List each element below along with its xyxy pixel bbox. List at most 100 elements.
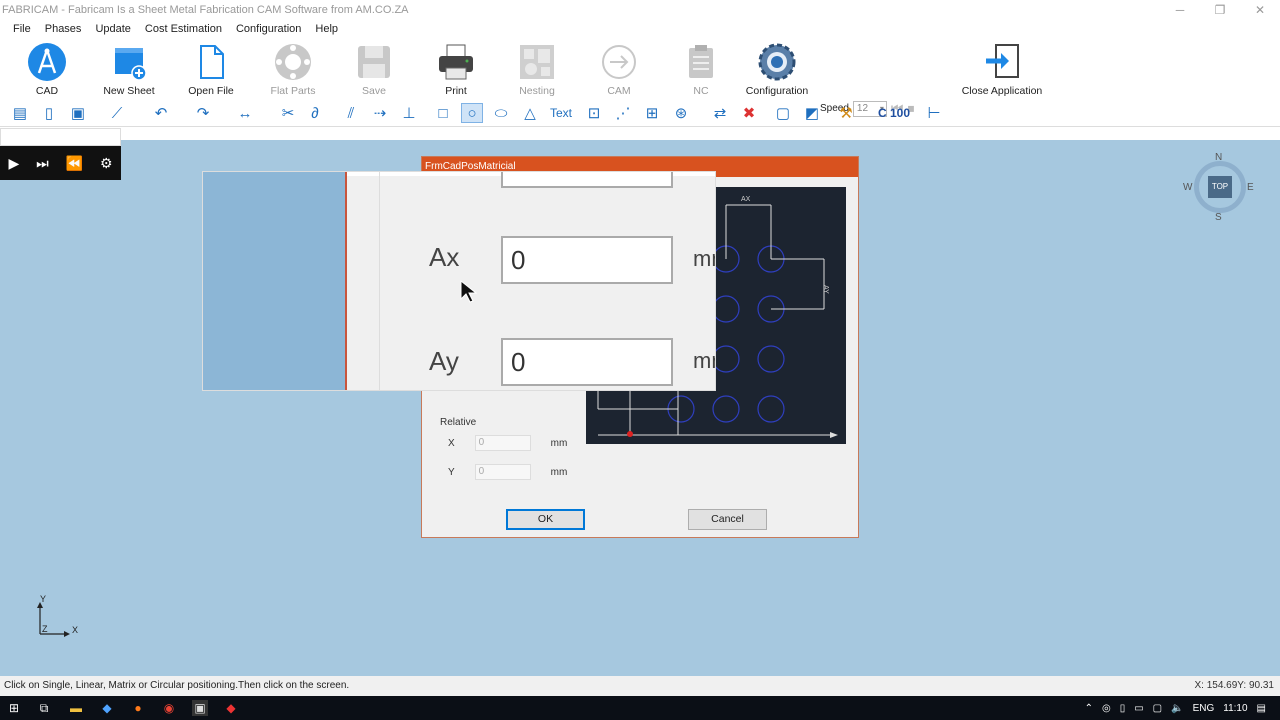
trim-icon[interactable]: ∂ bbox=[304, 103, 326, 123]
scissors-icon[interactable]: ✂ bbox=[277, 103, 299, 123]
cad-button[interactable]: CAD bbox=[9, 42, 85, 98]
menu-phases[interactable]: Phases bbox=[38, 20, 89, 39]
delete-position-icon[interactable]: ✖ bbox=[738, 103, 760, 123]
recorder-icon[interactable]: ◆ bbox=[223, 700, 239, 716]
tool-icon[interactable]: ⚒ bbox=[835, 103, 857, 123]
relative-x-input[interactable]: 0 bbox=[474, 435, 531, 451]
windows-start-icon[interactable]: ⊞ bbox=[6, 700, 22, 716]
fabricam-taskbar-icon[interactable]: ▣ bbox=[192, 700, 208, 716]
main-toolbar: CAD New Sheet Open File Flat Parts Save … bbox=[0, 40, 1280, 117]
tray-volume-icon[interactable]: 🔈 bbox=[1171, 703, 1183, 714]
ay-input[interactable]: 0 bbox=[501, 338, 673, 386]
layers-icon[interactable]: ▤ bbox=[9, 103, 31, 123]
close-application-button[interactable]: Close Application bbox=[950, 42, 1054, 98]
tray-battery-icon[interactable]: ▭ bbox=[1134, 703, 1143, 714]
open-file-button[interactable]: Open File bbox=[173, 42, 249, 98]
cursor-coordinates: X: 154.69Y: 90.31 bbox=[1194, 680, 1274, 691]
ok-button[interactable]: OK bbox=[506, 509, 585, 530]
ax-input[interactable]: 0 bbox=[501, 236, 673, 284]
tray-network-icon[interactable]: ◎ bbox=[1102, 703, 1111, 714]
nc-button[interactable]: NC bbox=[663, 42, 739, 98]
firefox-icon[interactable]: ● bbox=[130, 700, 146, 716]
extend-icon[interactable]: ⇢ bbox=[369, 103, 391, 123]
close-button[interactable]: ✕ bbox=[1240, 0, 1280, 20]
compass-drafting-icon bbox=[27, 42, 67, 82]
menu-help[interactable]: Help bbox=[308, 20, 345, 39]
player-widget-header bbox=[0, 128, 121, 146]
split-icon[interactable]: ⫽ bbox=[340, 103, 362, 123]
file-explorer-icon[interactable]: ▬ bbox=[68, 700, 84, 716]
tray-time[interactable]: 11:10 bbox=[1223, 703, 1247, 714]
relative-group: Relative X 0 mm Y 0 mm bbox=[432, 415, 572, 495]
dimension-icon[interactable]: ⊢ bbox=[923, 103, 945, 123]
diagonal-square-icon[interactable]: ◩ bbox=[801, 103, 823, 123]
text-tool[interactable]: Text bbox=[546, 103, 576, 123]
tray-chevron-icon[interactable]: ⌃ bbox=[1085, 703, 1093, 714]
circular-position-icon[interactable]: ⊛ bbox=[670, 103, 692, 123]
nesting-button[interactable]: Nesting bbox=[499, 42, 575, 98]
new-document-icon[interactable]: ▯ bbox=[38, 103, 60, 123]
cam-label: CAM bbox=[607, 85, 631, 97]
floppy-disk-icon[interactable]: ▣ bbox=[67, 103, 89, 123]
app-icon[interactable]: ◆ bbox=[99, 700, 115, 716]
printer-icon bbox=[436, 42, 476, 82]
view-compass[interactable]: TOP N S E W bbox=[1183, 152, 1254, 223]
menu-update[interactable]: Update bbox=[88, 20, 137, 39]
single-position-icon[interactable]: ⊡ bbox=[583, 103, 605, 123]
relative-y-input[interactable]: 0 bbox=[474, 464, 531, 480]
tray-notifications-icon[interactable]: ▤ bbox=[1257, 703, 1266, 714]
cam-button[interactable]: CAM bbox=[581, 42, 657, 98]
line-icon[interactable]: ⟋ bbox=[106, 103, 128, 123]
cancel-button[interactable]: Cancel bbox=[688, 509, 767, 530]
menu-configuration[interactable]: Configuration bbox=[229, 20, 308, 39]
triangle-icon[interactable]: △ bbox=[519, 103, 541, 123]
ellipse-icon[interactable]: ⬭ bbox=[490, 103, 512, 123]
chrome-icon[interactable]: ◉ bbox=[161, 700, 177, 716]
c100-tool[interactable]: C 100 bbox=[872, 103, 916, 123]
gear-icon[interactable]: ⚙ bbox=[100, 155, 113, 172]
menu-cost-estimation[interactable]: Cost Estimation bbox=[138, 20, 229, 39]
nesting-icon bbox=[517, 42, 557, 82]
axis-z-label: Z bbox=[42, 624, 48, 634]
flat-parts-button[interactable]: Flat Parts bbox=[255, 42, 331, 98]
preview-ay-label: AY bbox=[822, 285, 829, 294]
tray-display-icon[interactable]: ▢ bbox=[1153, 703, 1162, 714]
matrix-position-icon[interactable]: ⊞ bbox=[641, 103, 663, 123]
reorder-icon[interactable]: ⇄ bbox=[709, 103, 731, 123]
status-bar: Click on Single, Linear, Matrix or Circu… bbox=[0, 676, 1280, 696]
relative-x-row: X 0 mm bbox=[448, 435, 567, 451]
move-icon[interactable]: ↔ bbox=[234, 103, 256, 123]
magnified-previous-input[interactable] bbox=[501, 172, 673, 188]
menu-file[interactable]: File bbox=[6, 20, 38, 39]
relative-x-unit: mm bbox=[550, 437, 568, 449]
magnifier-separator bbox=[379, 172, 380, 390]
configuration-label: Configuration bbox=[745, 85, 809, 97]
tray-usb-icon[interactable]: ▯ bbox=[1120, 703, 1126, 714]
linear-position-icon[interactable]: ⋰ bbox=[612, 103, 634, 123]
skip-next-icon[interactable]: ⏭ bbox=[36, 155, 49, 172]
compass-north: N bbox=[1215, 152, 1223, 163]
print-button[interactable]: Print bbox=[418, 42, 494, 98]
square-icon[interactable]: ▢ bbox=[772, 103, 794, 123]
play-icon[interactable]: ▶ bbox=[8, 155, 19, 172]
new-sheet-button[interactable]: New Sheet bbox=[91, 42, 167, 98]
task-view-icon[interactable]: ⧉ bbox=[36, 700, 52, 716]
new-sheet-icon bbox=[109, 42, 149, 82]
tray-language[interactable]: ENG bbox=[1193, 703, 1215, 714]
redo-icon[interactable]: ↷ bbox=[192, 103, 214, 123]
undo-icon[interactable]: ↶ bbox=[150, 103, 172, 123]
rewind-icon[interactable]: ⏪ bbox=[66, 155, 83, 172]
rectangle-icon[interactable]: □ bbox=[432, 103, 454, 123]
circle-icon[interactable]: ○ bbox=[461, 103, 483, 123]
os-taskbar: ⊞ ⧉ ▬ ◆ ● ◉ ▣ ◆ ⌃ ◎ ▯ ▭ ▢ 🔈 ENG 11:10 ▤ bbox=[0, 696, 1280, 720]
restore-button[interactable]: ❐ bbox=[1200, 0, 1240, 20]
configuration-button[interactable]: Configuration bbox=[739, 42, 815, 98]
perpendicular-icon[interactable]: ⊥ bbox=[398, 103, 420, 123]
minimize-button[interactable]: ─ bbox=[1160, 0, 1200, 20]
player-controls: ▶ ⏭ ⏪ ⚙ bbox=[0, 146, 121, 180]
save-button[interactable]: Save bbox=[336, 42, 412, 98]
compass-west: W bbox=[1183, 182, 1193, 193]
compass-top-face[interactable]: TOP bbox=[1208, 176, 1232, 198]
arrow-right-circle-icon bbox=[599, 42, 639, 82]
relative-label: Relative bbox=[440, 417, 477, 428]
